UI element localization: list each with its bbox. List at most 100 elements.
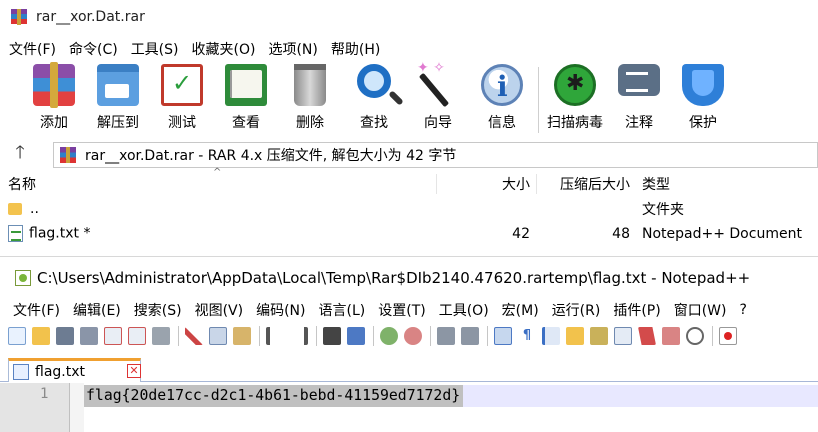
column-header-packed[interactable]: 压缩后大小 — [536, 174, 636, 194]
notepadpp-app-icon — [15, 270, 31, 286]
replace-icon[interactable] — [347, 327, 365, 345]
virus-scan-icon — [554, 64, 596, 106]
tab-label: flag.txt — [35, 363, 85, 380]
npp-menu-run[interactable]: 运行(R) — [552, 300, 601, 320]
view-book-icon — [225, 64, 267, 106]
delete-button[interactable]: 删除 — [278, 62, 342, 138]
file-row-parent[interactable]: .. 文件夹 — [0, 196, 818, 221]
find-button[interactable]: 查找 — [342, 62, 406, 138]
shield-icon — [682, 64, 724, 106]
zoom-in-icon[interactable] — [380, 327, 398, 345]
file-packed-size: 48 — [612, 225, 630, 242]
comment-button[interactable]: 注释 — [607, 62, 671, 138]
sync-horizontal-icon[interactable] — [461, 327, 479, 345]
find-icon[interactable] — [323, 327, 341, 345]
npp-menu-settings[interactable]: 设置(T) — [378, 300, 425, 320]
up-arrow-icon[interactable]: 🡑 — [0, 140, 40, 170]
fold-margin — [70, 383, 84, 432]
npp-menu-window[interactable]: 窗口(W) — [674, 300, 727, 320]
selected-text[interactable]: flag{20de17cc-d2c1-4b61-bebd-41159ed7172… — [84, 385, 464, 407]
rar-menu-options[interactable]: 选项(N) — [268, 39, 317, 59]
npp-menu-view[interactable]: 视图(V) — [195, 300, 244, 320]
npp-menubar: 文件(F) 编辑(E) 搜索(S) 视图(V) 编码(N) 语言(L) 设置(T… — [13, 297, 760, 323]
virus-scan-button[interactable]: 扫描病毒 — [543, 62, 607, 138]
close-tab-icon[interactable]: ✕ — [127, 364, 141, 378]
rar-menu-file[interactable]: 文件(F) — [9, 39, 56, 59]
winrar-app-icon — [11, 9, 27, 25]
paste-icon[interactable] — [233, 327, 251, 345]
npp-menu-plugins[interactable]: 插件(P) — [613, 300, 660, 320]
folder-icon — [8, 202, 22, 215]
line-number: 1 — [40, 386, 49, 402]
npp-menu-language[interactable]: 语言(L) — [319, 300, 366, 320]
new-file-icon[interactable] — [8, 327, 26, 345]
npp-tab-bar: flag.txt ✕ — [0, 356, 818, 382]
npp-menu-macro[interactable]: 宏(M) — [502, 300, 539, 320]
sort-caret-icon: ^ — [213, 167, 222, 178]
word-wrap-icon[interactable] — [494, 327, 512, 345]
sync-vertical-icon[interactable] — [437, 327, 455, 345]
wizard-wand-icon — [417, 60, 459, 106]
rar-address-bar: 🡑 rar__xor.Dat.rar - RAR 4.x 压缩文件, 解包大小为… — [0, 140, 818, 170]
open-folder-icon[interactable] — [32, 327, 50, 345]
current-line[interactable]: flag{20de17cc-d2c1-4b61-bebd-41159ed7172… — [84, 385, 818, 407]
save-all-icon[interactable] — [80, 327, 98, 345]
npp-menu-file[interactable]: 文件(F) — [13, 300, 60, 320]
protect-button[interactable]: 保护 — [671, 62, 735, 138]
add-button[interactable]: 添加 — [22, 62, 86, 138]
rar-menu-favorites[interactable]: 收藏夹(O) — [192, 39, 256, 59]
wizard-button[interactable]: 向导 — [406, 60, 470, 138]
rar-menu-help[interactable]: 帮助(H) — [331, 39, 380, 59]
folder-as-workspace-icon[interactable] — [638, 327, 656, 345]
zoom-out-icon[interactable] — [404, 327, 422, 345]
redo-icon[interactable] — [290, 327, 308, 345]
monitoring-eye-icon[interactable] — [686, 327, 704, 345]
show-all-chars-icon[interactable]: ¶ — [518, 327, 536, 345]
copy-icon[interactable] — [209, 327, 227, 345]
document-map-icon[interactable] — [590, 327, 608, 345]
file-size: 42 — [512, 225, 530, 242]
npp-menu-help[interactable]: ? — [740, 302, 747, 318]
cut-icon[interactable] — [185, 327, 203, 345]
trash-icon — [294, 64, 326, 106]
toolbar-separator — [538, 67, 539, 133]
npp-editor[interactable]: 1 flag{20de17cc-d2c1-4b61-bebd-41159ed71… — [0, 383, 818, 432]
archive-path-field[interactable]: rar__xor.Dat.rar - RAR 4.x 压缩文件, 解包大小为 4… — [53, 142, 818, 168]
npp-window-title: C:\Users\Administrator\AppData\Local\Tem… — [37, 269, 751, 287]
save-icon[interactable] — [56, 327, 74, 345]
magnifier-icon — [357, 64, 391, 98]
close-all-icon[interactable] — [128, 327, 146, 345]
npp-menu-search[interactable]: 搜索(S) — [134, 300, 182, 320]
close-file-icon[interactable] — [104, 327, 122, 345]
rar-menu-tools[interactable]: 工具(S) — [131, 39, 179, 59]
line-number-gutter: 1 — [0, 383, 70, 432]
npp-menu-tools[interactable]: 工具(O) — [439, 300, 489, 320]
tab-flag-txt[interactable]: flag.txt ✕ — [8, 358, 141, 382]
info-button[interactable]: 信息 — [470, 62, 534, 138]
column-header-size[interactable]: 大小 — [436, 174, 536, 194]
file-list-header: ^ 名称 大小 压缩后大小 类型 — [0, 167, 818, 196]
undo-icon[interactable] — [266, 327, 284, 345]
rar-menu-commands[interactable]: 命令(C) — [69, 39, 118, 59]
extract-to-button[interactable]: 解压到 — [86, 62, 150, 138]
npp-menu-encoding[interactable]: 编码(N) — [256, 300, 305, 320]
file-row-flag[interactable]: flag.txt * 42 48 Notepad++ Document — [0, 221, 818, 246]
extract-to-icon — [97, 64, 139, 106]
test-button[interactable]: 测试 — [150, 62, 214, 138]
define-language-icon[interactable] — [566, 327, 584, 345]
rar-menubar: 文件(F) 命令(C) 工具(S) 收藏夹(O) 选项(N) 帮助(H) — [9, 36, 393, 62]
comment-icon — [618, 64, 660, 96]
record-macro-icon[interactable] — [719, 327, 737, 345]
print-icon[interactable] — [152, 327, 170, 345]
doc-switcher-icon[interactable] — [662, 327, 680, 345]
add-archive-icon — [33, 62, 75, 108]
column-header-type[interactable]: 类型 — [636, 174, 670, 194]
rar-archive-icon — [60, 147, 76, 163]
rar-toolbar: 添加 解压到 测试 查看 删除 查找 向导 信息 扫描病毒 注释 保护 — [0, 60, 818, 138]
indent-guide-icon[interactable] — [542, 327, 560, 345]
npp-menu-edit[interactable]: 编辑(E) — [73, 300, 121, 320]
view-button[interactable]: 查看 — [214, 62, 278, 138]
file-name: .. — [30, 200, 39, 217]
function-list-icon[interactable] — [614, 327, 632, 345]
notepadpp-window: C:\Users\Administrator\AppData\Local\Tem… — [0, 256, 818, 432]
